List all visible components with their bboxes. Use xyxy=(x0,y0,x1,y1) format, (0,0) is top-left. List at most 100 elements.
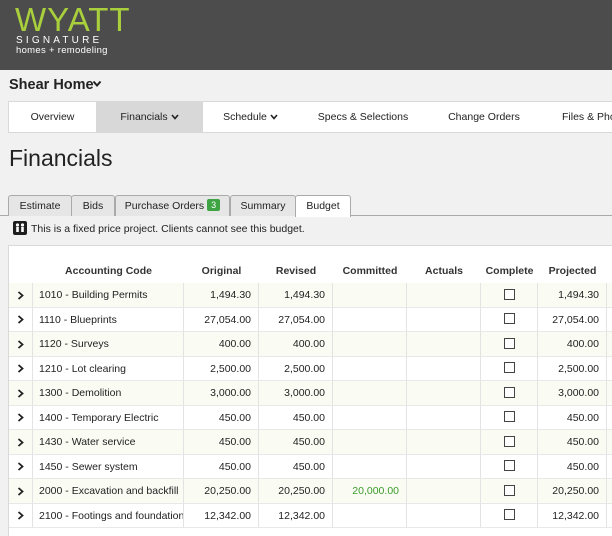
tab-estimate[interactable]: Estimate xyxy=(8,195,72,216)
header-accounting-code[interactable]: Accounting Code xyxy=(33,246,185,284)
complete-checkbox[interactable] xyxy=(503,337,515,349)
nav-overview[interactable]: Overview xyxy=(9,102,96,132)
row-expand[interactable] xyxy=(9,307,33,332)
header-projected[interactable]: Projected xyxy=(538,246,608,284)
overflow-cell xyxy=(607,308,612,332)
chevron-right-icon[interactable] xyxy=(17,438,24,447)
table-row[interactable]: 1450 - Sewer system 450.00 450.00 450.00 xyxy=(9,454,612,479)
chevron-right-icon[interactable] xyxy=(17,340,24,349)
chevron-right-icon[interactable] xyxy=(17,315,24,324)
nav-schedule-label: Schedule xyxy=(223,111,267,123)
header-committed[interactable]: Committed xyxy=(333,246,408,284)
revised-cell: 450.00 xyxy=(259,430,333,455)
tab-budget[interactable]: Budget xyxy=(295,195,351,217)
complete-checkbox[interactable] xyxy=(503,411,515,423)
projected-cell: 3,000.00 xyxy=(538,381,607,406)
complete-checkbox[interactable] xyxy=(503,509,515,521)
row-expand[interactable] xyxy=(9,479,33,504)
fixed-price-notice: This is a fixed price project. Clients c… xyxy=(13,221,305,237)
table-row[interactable]: 1430 - Water service 450.00 450.00 450.00 xyxy=(9,430,612,455)
complete-checkbox[interactable] xyxy=(503,313,515,325)
actuals-cell xyxy=(407,430,481,455)
header-revised[interactable]: Revised xyxy=(259,246,334,284)
chevron-right-icon[interactable] xyxy=(17,487,24,496)
overflow-cell xyxy=(607,479,612,504)
tab-summary-label: Summary xyxy=(240,200,286,212)
complete-checkbox[interactable] xyxy=(503,362,515,374)
complete-cell xyxy=(481,405,538,430)
complete-checkbox[interactable] xyxy=(503,435,515,447)
original-cell: 450.00 xyxy=(184,430,259,455)
table-row[interactable]: 1210 - Lot clearing 2,500.00 2,500.00 2,500… xyxy=(9,356,612,381)
actuals-cell xyxy=(407,356,481,381)
row-expand[interactable] xyxy=(9,405,33,430)
complete-checkbox[interactable] xyxy=(503,484,515,496)
nav-change-orders-label: Change Orders xyxy=(448,111,520,123)
header-original[interactable]: Original xyxy=(184,246,260,284)
complete-checkbox[interactable] xyxy=(503,288,515,300)
nav-change-orders[interactable]: Change Orders xyxy=(428,102,540,132)
row-expand[interactable] xyxy=(9,332,33,357)
tab-summary[interactable]: Summary xyxy=(230,195,296,216)
complete-cell xyxy=(481,454,538,479)
original-cell: 20,250.00 xyxy=(184,479,259,504)
complete-checkbox[interactable] xyxy=(503,386,515,398)
chevron-right-icon[interactable] xyxy=(17,291,24,300)
table-row[interactable]: 2000 - Excavation and backfill 20,250.00 2… xyxy=(9,479,612,504)
accounting-code-cell: 1400 - Temporary Electric xyxy=(33,405,184,430)
accounting-code-cell: 2000 - Excavation and backfill xyxy=(33,479,184,504)
overflow-cell xyxy=(607,381,612,406)
row-expand[interactable] xyxy=(9,356,33,381)
original-cell: 400.00 xyxy=(184,332,259,357)
nav-schedule[interactable]: Schedule xyxy=(203,102,298,132)
overflow-cell xyxy=(607,332,612,357)
overflow-cell xyxy=(607,455,612,479)
nav-specs-selections[interactable]: Specs & Selections xyxy=(298,102,428,132)
revised-cell: 400.00 xyxy=(259,332,333,357)
row-expand[interactable] xyxy=(9,430,33,455)
original-cell: 27,054.00 xyxy=(184,307,259,332)
table-row[interactable]: 1010 - Building Permits 1,494.30 1,494.30 1… xyxy=(9,283,612,308)
table-row[interactable]: 2100 - Footings and foundation 12,342.00 1… xyxy=(9,503,612,528)
project-selector[interactable]: Shear Home xyxy=(9,76,94,94)
chevron-right-icon[interactable] xyxy=(17,413,24,422)
brand-header: WYATT SIGNATURE homes + remodeling xyxy=(0,0,612,70)
chevron-right-icon[interactable] xyxy=(17,462,24,471)
table-row[interactable]: 1300 - Demolition 3,000.00 3,000.00 3,000.0… xyxy=(9,381,612,406)
chevron-right-icon[interactable] xyxy=(17,511,24,520)
revised-cell: 450.00 xyxy=(259,454,333,479)
overflow-cell xyxy=(607,406,612,430)
header-actuals[interactable]: Actuals xyxy=(407,246,482,284)
table-row[interactable]: 1400 - Temporary Electric 450.00 450.00 450… xyxy=(9,405,612,430)
tab-bids[interactable]: Bids xyxy=(71,195,115,216)
projected-cell: 400.00 xyxy=(538,332,607,357)
header-complete[interactable]: Complete xyxy=(481,246,539,284)
complete-cell xyxy=(481,332,538,357)
row-expand[interactable] xyxy=(9,381,33,406)
page-title: Financials xyxy=(9,145,113,171)
overflow-cell xyxy=(607,357,612,381)
row-expand[interactable] xyxy=(9,503,33,528)
row-expand[interactable] xyxy=(9,283,33,308)
row-expand[interactable] xyxy=(9,454,33,479)
accounting-code-cell: 1430 - Water service xyxy=(33,430,184,455)
original-cell: 12,342.00 xyxy=(184,503,259,528)
chevron-right-icon[interactable] xyxy=(17,364,24,373)
accounting-code-cell: 1300 - Demolition xyxy=(33,381,184,406)
committed-cell: 20,000.00 xyxy=(333,479,407,504)
complete-checkbox[interactable] xyxy=(503,460,515,472)
logo-wordmark[interactable]: WYATT xyxy=(15,2,131,38)
original-cell: 1,494.30 xyxy=(184,283,259,308)
nav-files-photos[interactable]: Files & Pho xyxy=(540,102,612,132)
committed-cell xyxy=(333,381,407,406)
nav-files-label: Files & Pho xyxy=(562,111,612,123)
chevron-right-icon[interactable] xyxy=(17,389,24,398)
committed-cell xyxy=(333,454,407,479)
table-row[interactable]: 1110 - Blueprints 27,054.00 27,054.00 27,05… xyxy=(9,307,612,332)
nav-financials[interactable]: Financials xyxy=(96,102,203,132)
table-row[interactable]: 1120 - Surveys 400.00 400.00 400.00 xyxy=(9,332,612,357)
tab-purchase-orders[interactable]: Purchase Orders 3 xyxy=(115,195,230,216)
chevron-down-icon[interactable] xyxy=(92,78,102,90)
nav-overview-label: Overview xyxy=(30,111,75,123)
revised-cell: 1,494.30 xyxy=(259,283,333,308)
